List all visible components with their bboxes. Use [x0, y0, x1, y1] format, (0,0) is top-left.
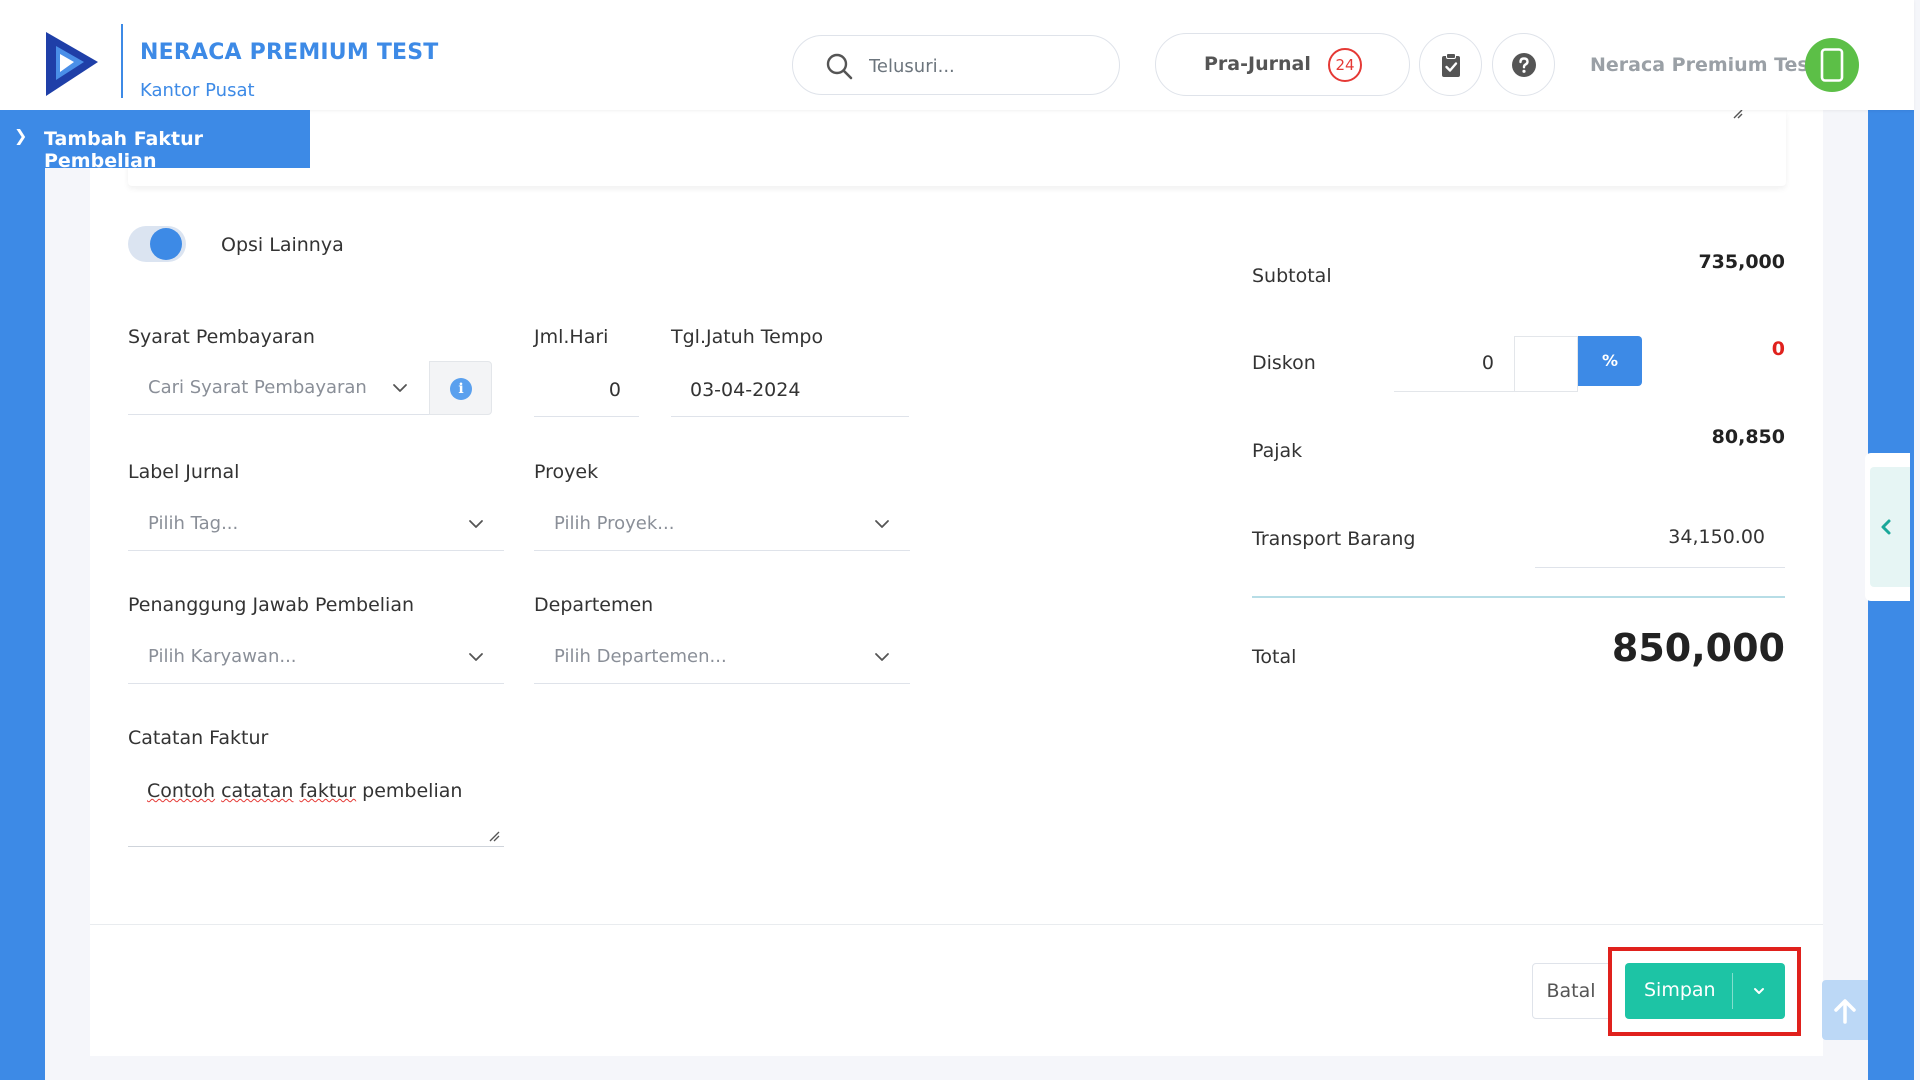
- tgl-jatuh-tempo-label: Tgl.Jatuh Tempo: [671, 326, 824, 348]
- toggle-knob: [150, 228, 182, 260]
- label-jurnal-placeholder: Pilih Tag...: [148, 513, 239, 534]
- upper-form-panel: [128, 110, 1786, 186]
- search-icon: [826, 53, 853, 80]
- catatan-faktur-label: Catatan Faktur: [128, 727, 269, 749]
- chevron-right-icon: ❯: [14, 126, 28, 145]
- proyek-select[interactable]: Pilih Proyek...: [534, 497, 910, 551]
- spellcheck-word: faktur: [299, 780, 357, 802]
- top-header: NERACA PREMIUM TEST Kantor Pusat Pra-Jur…: [0, 0, 1914, 110]
- departemen-label: Departemen: [534, 594, 654, 616]
- logo-divider: [121, 24, 123, 98]
- departemen-select[interactable]: Pilih Departemen...: [534, 630, 910, 684]
- app-logo-icon[interactable]: [46, 32, 98, 96]
- tgl-jatuh-tempo-input[interactable]: 03-04-2024: [671, 363, 909, 417]
- page-title: Tambah Faktur Pembelian: [44, 128, 203, 172]
- catatan-faktur-textarea[interactable]: Contoh catatan faktur pembelian: [128, 765, 504, 847]
- question-circle-icon: [1512, 53, 1536, 77]
- scroll-top-button[interactable]: [1822, 980, 1868, 1040]
- total-value: 850,000: [1611, 626, 1785, 670]
- chevron-down-icon: [393, 384, 407, 392]
- chevron-down-icon: [875, 653, 889, 661]
- diskon-value: 0: [1771, 338, 1785, 360]
- departemen-placeholder: Pilih Departemen...: [554, 646, 727, 667]
- syarat-pembayaran-select[interactable]: Cari Syarat Pembayaran...: [128, 361, 430, 415]
- syarat-info-button[interactable]: i: [429, 361, 492, 415]
- user-avatar[interactable]: [1805, 38, 1859, 92]
- syarat-pembayaran-label: Syarat Pembayaran: [128, 326, 315, 348]
- jml-hari-input[interactable]: 0: [534, 363, 639, 417]
- search-box[interactable]: [792, 35, 1120, 95]
- penanggung-jawab-label: Penanggung Jawab Pembelian: [128, 594, 415, 616]
- spellcheck-word: Contoh: [147, 780, 216, 802]
- chevron-down-icon: [469, 653, 483, 661]
- label-jurnal-select[interactable]: Pilih Tag...: [128, 497, 504, 551]
- pajak-value: 80,850: [1711, 426, 1785, 448]
- chevron-down-icon: [469, 520, 483, 528]
- summary-divider: [1252, 596, 1785, 598]
- user-name[interactable]: Neraca Premium Test: [1590, 54, 1818, 76]
- jml-hari-value: 0: [608, 379, 621, 401]
- resize-grip-icon[interactable]: [488, 830, 500, 842]
- subtotal-value: 735,000: [1698, 251, 1785, 273]
- proyek-label: Proyek: [534, 461, 599, 483]
- transport-barang-value: 34,150.00: [1668, 526, 1765, 548]
- search-input[interactable]: [869, 50, 1099, 82]
- transport-barang-input[interactable]: 34,150.00: [1535, 510, 1785, 568]
- opsi-lainnya-label: Opsi Lainnya: [221, 234, 344, 256]
- arrow-up-icon: [1834, 999, 1856, 1024]
- penanggung-jawab-placeholder: Pilih Karyawan...: [148, 646, 297, 667]
- highlight-box: [1608, 947, 1801, 1036]
- clipboard-check-icon: [1442, 53, 1460, 77]
- label-jurnal-label: Label Jurnal: [128, 461, 240, 483]
- prajurnal-count-badge: 24: [1328, 48, 1362, 82]
- catatan-faktur-text: Contoh catatan faktur pembelian: [147, 780, 462, 802]
- diskon-label: Diskon: [1252, 352, 1316, 374]
- diskon-input[interactable]: 0: [1394, 336, 1514, 392]
- transport-barang-label: Transport Barang: [1252, 528, 1416, 550]
- help-button[interactable]: [1492, 33, 1555, 96]
- prajurnal-button[interactable]: Pra-Jurnal 24: [1155, 33, 1410, 96]
- tasks-button[interactable]: [1419, 33, 1482, 96]
- jml-hari-label: Jml.Hari: [534, 326, 609, 348]
- mobile-phone-icon: [1820, 48, 1844, 82]
- diskon-input-value: 0: [1481, 352, 1494, 374]
- side-drawer-tab[interactable]: [1865, 453, 1910, 601]
- catatan-faktur-text-rest: pembelian: [362, 780, 463, 802]
- window-edge: [1914, 0, 1920, 1080]
- opsi-lainnya-toggle[interactable]: [128, 226, 186, 262]
- spellcheck-word: catatan: [221, 780, 294, 802]
- info-icon: i: [450, 378, 472, 400]
- prajurnal-label: Pra-Jurnal: [1204, 53, 1311, 75]
- company-branch[interactable]: Kantor Pusat: [140, 80, 255, 101]
- subtotal-label: Subtotal: [1252, 265, 1332, 287]
- chevron-left-icon: [1881, 519, 1891, 535]
- chevron-down-icon: [875, 520, 889, 528]
- company-name[interactable]: NERACA PREMIUM TEST: [140, 40, 439, 65]
- syarat-pembayaran-placeholder: Cari Syarat Pembayaran...: [148, 377, 368, 398]
- pajak-label: Pajak: [1252, 440, 1303, 462]
- penanggung-jawab-select[interactable]: Pilih Karyawan...: [128, 630, 504, 684]
- total-label: Total: [1252, 646, 1297, 668]
- page-title-tab[interactable]: ❯ Tambah Faktur Pembelian: [0, 110, 310, 172]
- proyek-placeholder: Pilih Proyek...: [554, 513, 675, 534]
- page-background-left: [0, 110, 45, 1080]
- footer-divider: [90, 924, 1823, 925]
- batal-button[interactable]: Batal: [1532, 963, 1610, 1019]
- tgl-jatuh-tempo-value: 03-04-2024: [690, 379, 801, 401]
